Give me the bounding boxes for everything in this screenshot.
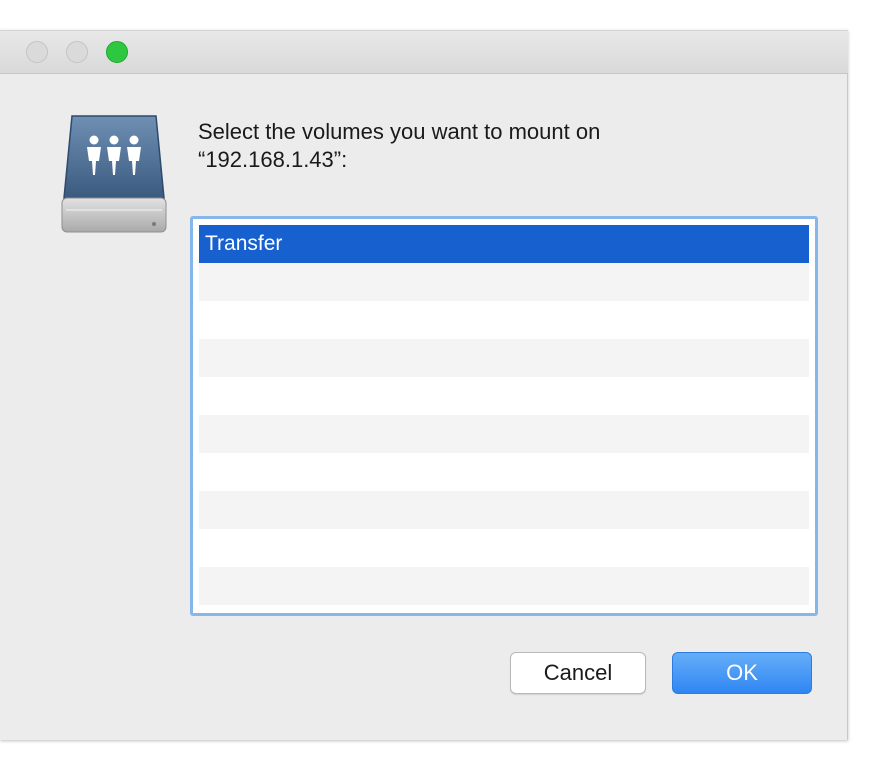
list-item: [199, 415, 809, 453]
zoom-button[interactable]: [106, 41, 128, 63]
minimize-button[interactable]: [66, 41, 88, 63]
prompt-line-1: Select the volumes you want to mount on: [198, 119, 601, 144]
list-item: [199, 301, 809, 339]
list-item: [199, 263, 809, 301]
list-item: [199, 377, 809, 415]
mount-volumes-dialog: Select the volumes you want to mount on …: [0, 30, 848, 740]
prompt-line-2: “192.168.1.43”:: [198, 147, 348, 172]
list-item: [199, 453, 809, 491]
cancel-button[interactable]: Cancel: [510, 652, 646, 694]
title-bar: [0, 30, 848, 74]
list-item: [199, 339, 809, 377]
ok-button[interactable]: OK: [672, 652, 812, 694]
mount-prompt: Select the volumes you want to mount on …: [198, 118, 798, 174]
list-item: [199, 491, 809, 529]
network-server-icon: [58, 112, 170, 238]
volume-item-transfer[interactable]: Transfer: [199, 225, 809, 263]
volume-list[interactable]: Transfer: [190, 216, 818, 616]
list-item: [199, 567, 809, 605]
list-item: [199, 529, 809, 567]
close-button[interactable]: [26, 41, 48, 63]
